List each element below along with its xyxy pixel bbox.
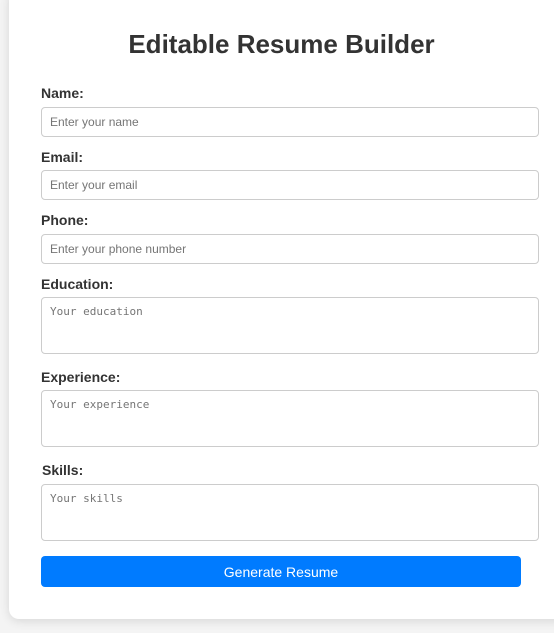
name-input[interactable] xyxy=(41,107,539,137)
skills-textarea[interactable] xyxy=(41,484,539,541)
education-label: Education: xyxy=(41,276,114,292)
email-input[interactable] xyxy=(41,170,539,200)
phone-label: Phone: xyxy=(41,212,89,228)
phone-input[interactable] xyxy=(41,234,539,264)
education-textarea[interactable] xyxy=(41,297,539,354)
email-label: Email: xyxy=(41,149,84,165)
skills-label: Skills: xyxy=(42,462,84,478)
name-label: Name: xyxy=(41,85,84,101)
experience-label: Experience: xyxy=(41,369,121,385)
experience-textarea[interactable] xyxy=(41,390,539,447)
page-title: Editable Resume Builder xyxy=(128,29,435,59)
generate-resume-button[interactable]: Generate Resume xyxy=(41,556,521,587)
